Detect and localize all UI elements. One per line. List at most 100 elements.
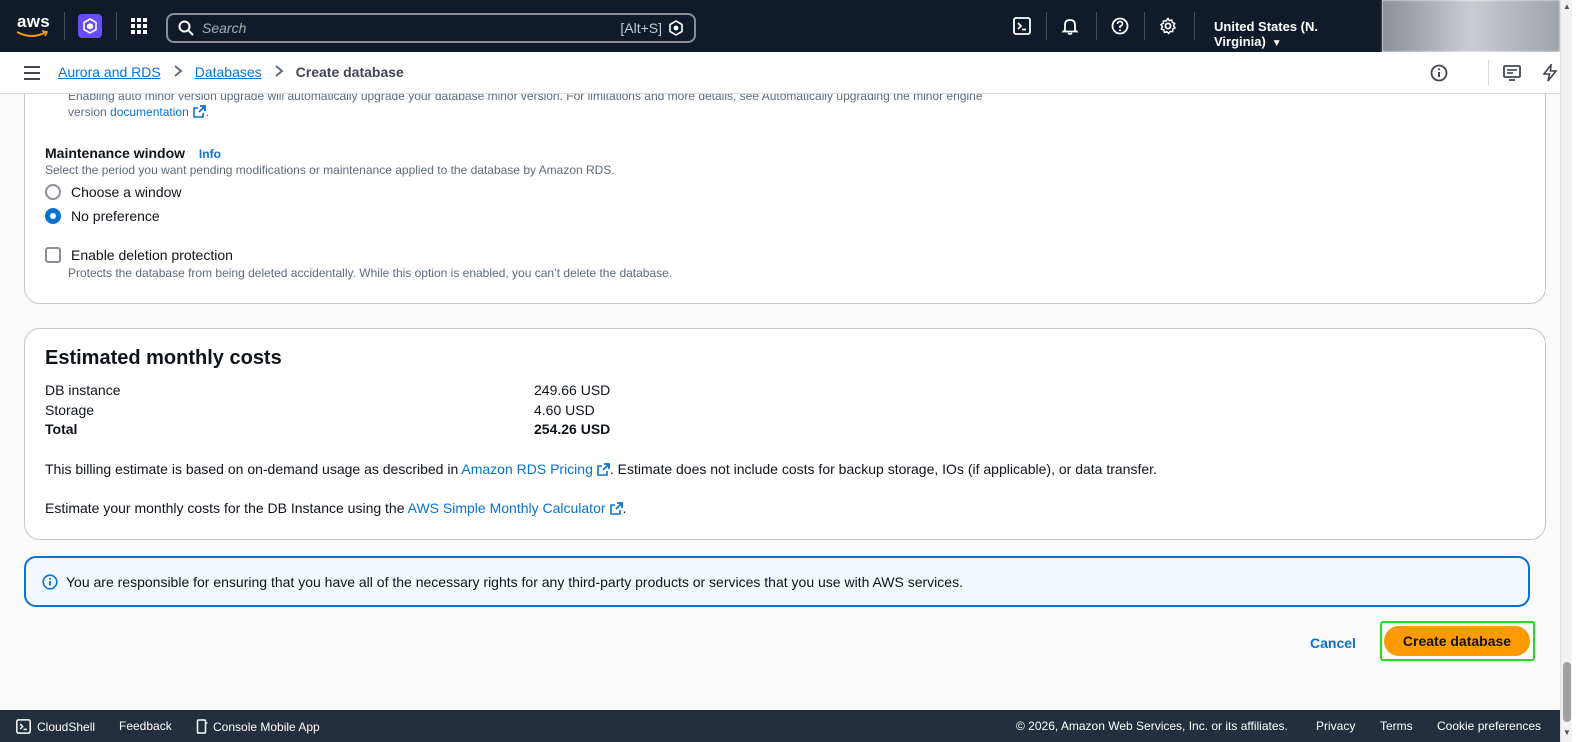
chevron-right-icon bbox=[274, 64, 284, 80]
radio-button[interactable] bbox=[45, 184, 61, 200]
external-link-icon bbox=[597, 463, 610, 476]
costs-title: Estimated monthly costs bbox=[45, 347, 282, 369]
radio-choose-window[interactable]: Choose a window bbox=[45, 184, 182, 200]
rds-pricing-link[interactable]: Amazon RDS Pricing bbox=[461, 461, 593, 477]
cost-row-storage: Storage 4.60 USD bbox=[45, 402, 745, 418]
deletion-protection-description: Protects the database from being deleted… bbox=[68, 266, 673, 280]
estimated-costs-panel: Estimated monthly costs DB instance 249.… bbox=[24, 328, 1546, 540]
search-input[interactable]: Search [Alt+S] bbox=[166, 13, 696, 43]
scroll-down-icon[interactable]: ▼ bbox=[1563, 728, 1571, 737]
breadcrumb-current: Create database bbox=[295, 64, 404, 80]
search-icon bbox=[178, 20, 194, 36]
radio-label: Choose a window bbox=[71, 184, 182, 200]
maintenance-info-link[interactable]: Info bbox=[199, 147, 221, 161]
cost-row-db-instance: DB instance 249.66 USD bbox=[45, 382, 745, 398]
services-grid-icon[interactable] bbox=[131, 18, 147, 34]
maintenance-window-description: Select the period you want pending modif… bbox=[45, 163, 615, 177]
maintenance-window-header: Maintenance window Info bbox=[45, 145, 221, 161]
settings-gear-icon[interactable] bbox=[1158, 16, 1178, 36]
menu-hamburger-icon[interactable] bbox=[24, 66, 40, 80]
aws-logo[interactable]: aws bbox=[14, 10, 50, 40]
region-label: United States (N. Virginia) bbox=[1214, 19, 1319, 49]
cloudshell-icon bbox=[16, 719, 31, 734]
help-icon[interactable] bbox=[1110, 16, 1130, 36]
nav-divider bbox=[116, 12, 117, 40]
top-navigation: aws Search [Alt+S] United States (N. Vir… bbox=[0, 0, 1382, 52]
nav-divider bbox=[64, 12, 65, 40]
maintenance-window-label: Maintenance window bbox=[45, 145, 186, 161]
billing-text-post: . Estimate does not include costs for ba… bbox=[609, 461, 1157, 477]
checkbox[interactable] bbox=[45, 247, 61, 263]
nav-divider bbox=[1144, 12, 1145, 40]
cost-value: 4.60 USD bbox=[534, 402, 595, 418]
billing-text: This billing estimate is based on on-dem… bbox=[45, 461, 459, 477]
footer-mobile-label: Console Mobile App bbox=[213, 719, 320, 734]
external-link-icon bbox=[192, 105, 206, 118]
cost-row-total: Total 254.26 USD bbox=[45, 421, 745, 437]
cost-value: 249.66 USD bbox=[534, 382, 611, 398]
deletion-protection-label: Enable deletion protection bbox=[71, 247, 233, 263]
create-database-highlight: Create database bbox=[1380, 621, 1535, 661]
footer: CloudShell Feedback Console Mobile App ©… bbox=[0, 710, 1560, 742]
documentation-link[interactable]: documentation bbox=[110, 105, 189, 119]
billing-estimate-text: This billing estimate is based on on-dem… bbox=[45, 461, 1157, 477]
hexagon-icon bbox=[669, 20, 683, 36]
auto-upgrade-end: . bbox=[205, 105, 210, 119]
feedback-screen-icon[interactable] bbox=[1502, 63, 1522, 83]
additional-configuration-panel: Enabling auto minor version upgrade will… bbox=[24, 94, 1546, 304]
calc-text: Estimate your monthly costs for the DB I… bbox=[45, 500, 405, 516]
lightning-icon[interactable] bbox=[1540, 63, 1560, 83]
cancel-button[interactable]: Cancel bbox=[1310, 635, 1356, 651]
mobile-phone-icon bbox=[196, 719, 208, 734]
footer-mobile-app[interactable]: Console Mobile App bbox=[196, 719, 320, 734]
search-shortcut: [Alt+S] bbox=[620, 20, 662, 36]
account-menu-blurred[interactable] bbox=[1382, 0, 1560, 52]
breadcrumb-bar: Aurora and RDS Databases Create database bbox=[0, 52, 1560, 94]
page-scrollbar[interactable]: ▲ ▼ bbox=[1560, 0, 1572, 742]
cost-label: Storage bbox=[45, 402, 95, 418]
rights-info-alert: You are responsible for ensuring that yo… bbox=[24, 556, 1530, 607]
auto-upgrade-description: Enabling auto minor version upgrade will… bbox=[68, 94, 1028, 120]
footer-feedback[interactable]: Feedback bbox=[119, 719, 172, 733]
footer-cookie-preferences[interactable]: Cookie preferences bbox=[1437, 719, 1541, 733]
divider bbox=[1488, 60, 1489, 86]
cost-value: 254.26 USD bbox=[534, 421, 611, 437]
monthly-calculator-link[interactable]: AWS Simple Monthly Calculator bbox=[408, 500, 606, 516]
footer-terms[interactable]: Terms bbox=[1380, 719, 1413, 733]
scrollbar-thumb[interactable] bbox=[1563, 662, 1571, 722]
nav-divider bbox=[1194, 12, 1195, 40]
calc-text-post: . bbox=[622, 500, 627, 516]
footer-cloudshell[interactable]: CloudShell bbox=[16, 719, 95, 734]
breadcrumb: Aurora and RDS Databases Create database bbox=[58, 64, 404, 80]
nav-divider bbox=[1046, 12, 1047, 40]
calculator-text: Estimate your monthly costs for the DB I… bbox=[45, 500, 626, 516]
cloudshell-icon[interactable] bbox=[1012, 16, 1032, 36]
info-circle-icon bbox=[42, 573, 58, 590]
chevron-right-icon bbox=[173, 64, 183, 80]
external-link-icon bbox=[609, 502, 623, 515]
caret-down-icon: ▼ bbox=[1271, 38, 1282, 49]
breadcrumb-aurora-rds[interactable]: Aurora and RDS bbox=[58, 64, 161, 80]
cost-label: DB instance bbox=[45, 382, 121, 398]
alert-text: You are responsible for ensuring that yo… bbox=[66, 573, 963, 590]
info-panel-icon[interactable] bbox=[1429, 63, 1449, 83]
auto-upgrade-text: Enabling auto minor version upgrade will… bbox=[68, 94, 983, 103]
notifications-bell-icon[interactable] bbox=[1060, 16, 1080, 36]
deletion-protection-checkbox[interactable]: Enable deletion protection bbox=[45, 247, 233, 263]
service-favorite-icon[interactable] bbox=[78, 14, 102, 38]
search-placeholder: Search bbox=[202, 20, 247, 36]
auto-upgrade-text-2: version bbox=[68, 105, 107, 119]
cost-label: Total bbox=[45, 421, 78, 437]
main-content: Enabling auto minor version upgrade will… bbox=[0, 94, 1560, 710]
create-database-button[interactable]: Create database bbox=[1384, 626, 1530, 656]
footer-copyright: © 2026, Amazon Web Services, Inc. or its… bbox=[1016, 719, 1288, 733]
scroll-up-icon[interactable]: ▲ bbox=[1563, 2, 1571, 11]
breadcrumb-databases[interactable]: Databases bbox=[195, 64, 262, 80]
nav-divider bbox=[1096, 12, 1097, 40]
aws-logo-text: aws bbox=[17, 12, 51, 31]
radio-no-preference[interactable]: No preference bbox=[45, 208, 160, 224]
radio-label: No preference bbox=[71, 208, 160, 224]
region-selector[interactable]: United States (N. Virginia) ▼ bbox=[1214, 19, 1382, 49]
radio-button-selected[interactable] bbox=[45, 208, 61, 224]
footer-privacy[interactable]: Privacy bbox=[1316, 719, 1355, 733]
